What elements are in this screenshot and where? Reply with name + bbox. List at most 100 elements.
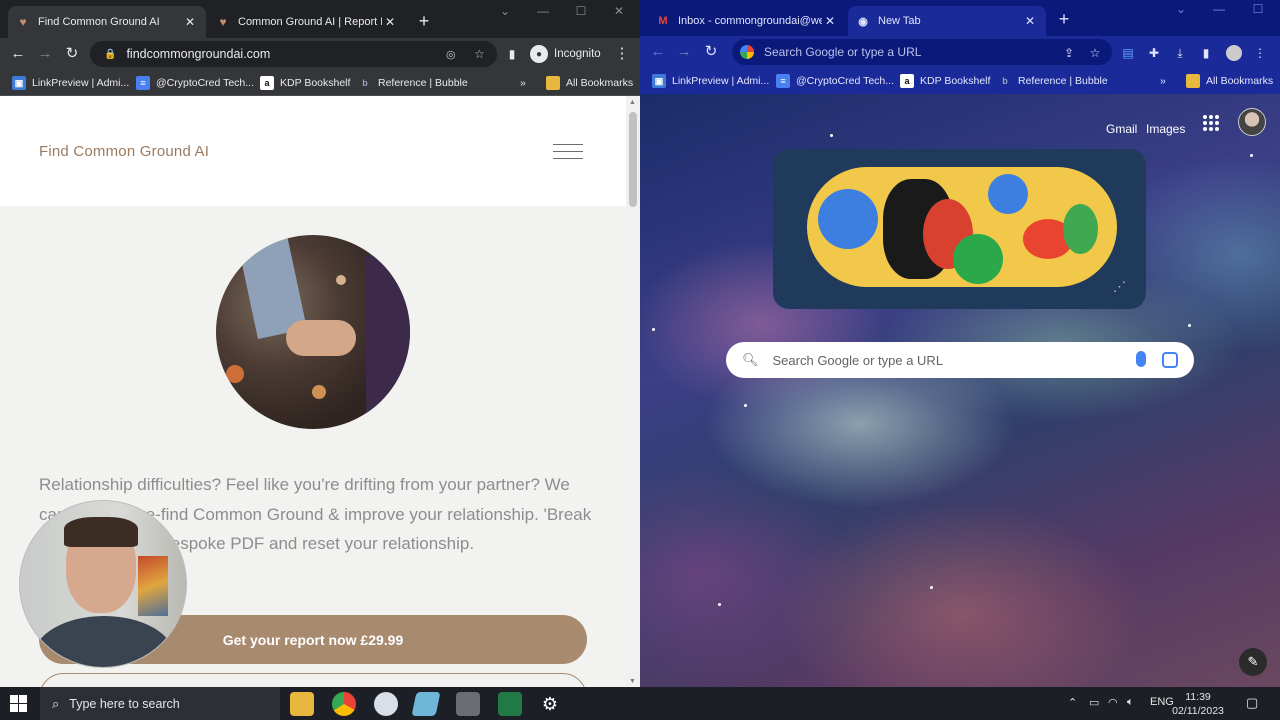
lock-icon: 🔒 [104,48,117,60]
tab-find-common-ground[interactable]: ♥ Find Common Ground AI ✕ [8,6,206,38]
bookmark-kdp[interactable]: a KDP Bookshelf [900,72,990,90]
images-link[interactable]: Images [1146,122,1185,136]
battery-icon[interactable]: ▭ [1089,696,1099,709]
desktop: ♥ Find Common Ground AI ✕ ♥ Common Groun… [0,0,1280,687]
tracking-eye-icon[interactable]: ◎ [446,48,456,61]
all-bookmarks-button[interactable]: All Bookmarks [1186,72,1273,90]
maximize-button[interactable]: ☐ [566,4,596,18]
google-search-box[interactable]: 🔍︎ Search Google or type a URL [726,342,1194,378]
bookmark-kdp[interactable]: a KDP Bookshelf [260,74,350,92]
all-bookmarks-label: All Bookmarks [566,77,634,89]
account-avatar[interactable] [1238,108,1266,136]
windows-start-icon[interactable] [10,695,28,713]
bookmarks-overflow-button[interactable]: » [520,74,526,92]
reload-icon[interactable]: ↻ [60,42,84,66]
secondary-outline-button[interactable] [39,673,587,687]
bubble-favicon-icon: b [362,78,368,88]
all-bookmarks-label: All Bookmarks [1206,75,1274,87]
bookmark-cryptocred[interactable]: ≡ @CryptoCred Tech... [136,74,254,92]
share-doodle-icon[interactable]: ⋰ [1113,279,1126,295]
hero-image-holding-hands [216,235,410,429]
network-icon[interactable]: ◠ [1108,696,1118,709]
linkpreview-favicon-icon: ▣ [12,76,26,90]
left-bookmarks-bar: ▣ LinkPreview | Admi... ≡ @CryptoCred Te… [0,70,640,96]
close-tab-icon[interactable]: ✕ [182,15,198,29]
language-indicator[interactable]: ENG [1150,696,1174,708]
close-tab-icon[interactable]: ✕ [822,14,838,28]
bookmark-linkpreview[interactable]: ▣ LinkPreview | Admi... [652,72,769,90]
profile-avatar-icon[interactable] [1226,45,1242,61]
incognito-indicator[interactable]: ● Incognito [530,43,601,65]
menu-icon[interactable]: ⋮ [610,42,634,66]
google-doodle-image[interactable]: ⋰ [773,149,1146,309]
bookmark-star-icon[interactable]: ☆ [474,47,485,61]
side-panel-icon[interactable]: ▮ [1198,45,1214,61]
address-bar[interactable]: Search Google or type a URL [732,39,1112,65]
share-icon[interactable]: ⇪ [1061,45,1077,61]
bookmark-cryptocred[interactable]: ≡ @CryptoCred Tech... [776,72,894,90]
close-tab-icon[interactable]: ✕ [382,15,398,29]
clock-date: 02/11/2023 [1172,705,1224,717]
extension-panel-icon[interactable]: ▤ [1120,45,1136,61]
file-explorer-icon[interactable] [290,692,314,716]
overflow-glyph: » [520,77,526,89]
bookmark-label: Reference | Bubble [1018,75,1108,87]
site-brand-link[interactable]: Find Common Ground AI [39,143,209,160]
forward-icon[interactable]: → [33,42,57,66]
maximize-button[interactable]: ☐ [1243,2,1273,16]
all-bookmarks-button[interactable]: All Bookmarks [546,74,633,92]
new-tab-button[interactable]: + [1052,7,1076,31]
url-text: findcommongroundai.com [126,47,271,61]
bookmark-label: Reference | Bubble [378,77,468,89]
right-browser-window: M Inbox - commongroundai@well ✕ ◉ New Ta… [640,0,1280,687]
tab-search-icon[interactable]: ⌄ [1166,2,1196,16]
close-tab-icon[interactable]: ✕ [1022,14,1038,28]
reload-icon[interactable]: ↻ [699,40,723,64]
search-placeholder: Search Google or type a URL [772,352,944,368]
google-apps-icon[interactable] [1202,114,1220,132]
back-icon[interactable]: ← [646,40,670,64]
left-tab-strip: ♥ Find Common Ground AI ✕ ♥ Common Groun… [0,0,640,38]
tab-search-icon[interactable]: ⌄ [490,4,520,18]
tab-gmail-inbox[interactable]: M Inbox - commongroundai@well ✕ [648,6,846,36]
tray-overflow-icon[interactable]: ⌃ [1068,696,1077,709]
bookmark-bubble[interactable]: b Reference | Bubble [358,74,468,92]
sticky-app-icon[interactable] [411,692,441,716]
minimize-button[interactable]: — [1204,2,1234,16]
voice-search-icon[interactable] [1136,351,1146,367]
calculator-icon[interactable] [456,692,480,716]
new-tab-button[interactable]: + [412,9,436,33]
page-scrollbar[interactable]: ▲ ▼ [626,96,640,687]
tab-title: Common Ground AI | Report Bu [238,16,382,28]
side-panel-icon[interactable]: ▮ [500,42,524,66]
settings-gear-icon[interactable]: ⚙ [538,692,562,716]
scrollbar-thumb[interactable] [629,112,637,207]
menu-icon[interactable]: ⋮ [1252,45,1268,61]
bookmarks-overflow-button[interactable]: » [1160,72,1166,90]
google-lens-icon[interactable] [1162,352,1178,368]
bookmark-star-icon[interactable]: ☆ [1087,45,1103,61]
extensions-icon[interactable]: ✚ [1146,45,1162,61]
windows-taskbar: ⌕ Type here to search ⚙ ⌃ ▭ ◠ 🔈︎ ENG 11:… [0,687,1280,720]
paint-app-icon[interactable] [374,692,398,716]
bookmark-linkpreview[interactable]: ▣ LinkPreview | Admi... [12,74,129,92]
tab-new-tab[interactable]: ◉ New Tab ✕ [848,6,1046,36]
address-bar[interactable]: 🔒 findcommongroundai.com ◎ ☆ [90,41,497,67]
close-window-button[interactable]: ✕ [604,4,634,18]
back-icon[interactable]: ← [6,42,30,66]
tab-report-builder[interactable]: ♥ Common Ground AI | Report Bu ✕ [208,6,406,38]
notifications-icon[interactable]: ▢ [1246,695,1258,711]
customize-pencil-icon[interactable]: ✎ [1239,648,1267,676]
bookmark-bubble[interactable]: b Reference | Bubble [998,72,1108,90]
hamburger-menu-icon[interactable] [553,144,583,162]
overflow-glyph: » [1160,75,1166,87]
minimize-button[interactable]: — [528,4,558,18]
volume-icon[interactable]: 🔈︎ [1127,696,1134,709]
taskbar-search-box[interactable]: ⌕ Type here to search [40,687,280,720]
download-icon[interactable]: ⤓ [1172,45,1188,61]
excel-icon[interactable] [498,692,522,716]
chrome-taskbar-icon[interactable] [332,692,356,716]
system-clock[interactable]: 11:39 02/11/2023 [1172,690,1224,718]
gmail-link[interactable]: Gmail [1106,122,1137,136]
forward-icon[interactable]: → [672,40,696,64]
